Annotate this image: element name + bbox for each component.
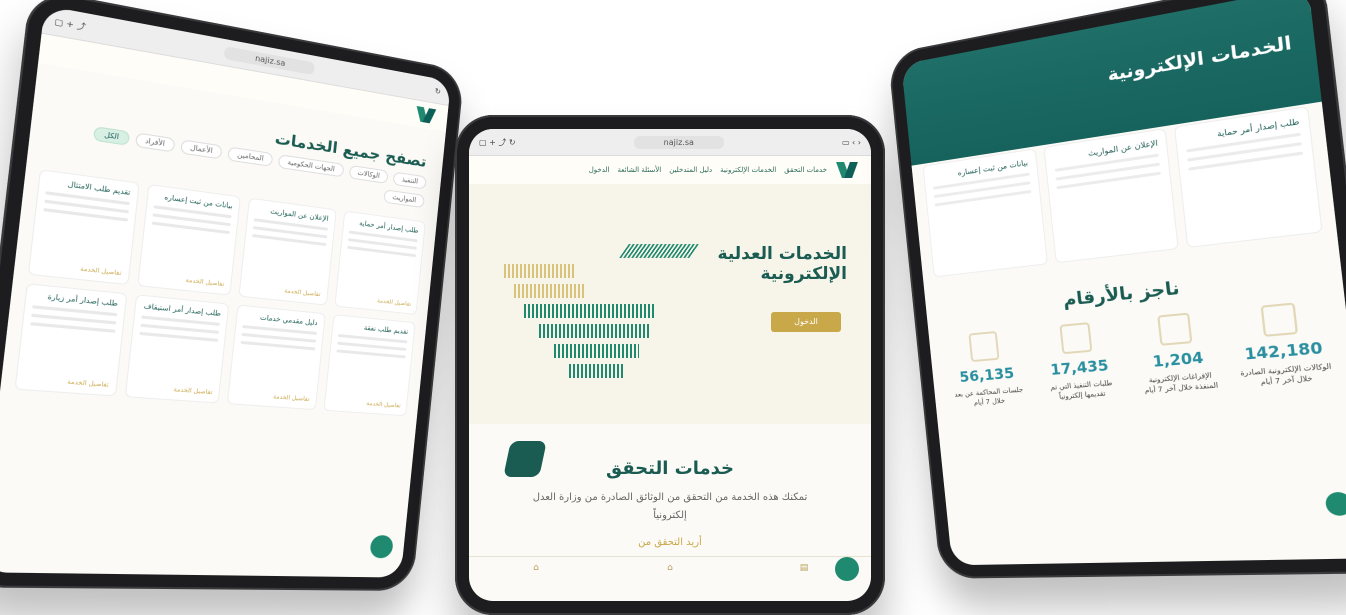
reload-icon[interactable]: ↻ bbox=[434, 86, 441, 95]
nav-guide[interactable]: دليل المتدخلين bbox=[669, 166, 712, 174]
stat-item: 56,135 جلسات المحاكمة عن بعد خلال 7 أيام bbox=[945, 329, 1028, 410]
chip-execution[interactable]: التنفيذ bbox=[393, 171, 427, 190]
hero-login-button[interactable]: الدخول bbox=[771, 312, 841, 332]
chip-government[interactable]: الجهات الحكومية bbox=[277, 154, 345, 178]
url-bar[interactable]: najiz.sa bbox=[633, 135, 724, 149]
najiz-logo[interactable] bbox=[835, 160, 861, 180]
card-more-link[interactable]: تفاصيل الخدمة bbox=[377, 297, 412, 307]
building-icon bbox=[1156, 312, 1193, 346]
service-card[interactable]: طلب إصدار أمر زيارة تفاصيل الخدمة bbox=[14, 283, 127, 397]
nav-login[interactable]: الدخول bbox=[589, 166, 610, 174]
chat-fab-button[interactable] bbox=[1324, 491, 1346, 517]
chip-all[interactable]: الكل bbox=[93, 126, 130, 146]
nav-faq[interactable]: الأسئلة الشائعة bbox=[617, 166, 661, 174]
tablet-left: ▢ + ⤴ najiz.sa ↻ تصفح جميع الخدمات الكل … bbox=[0, 0, 465, 591]
stat-value: 1,204 bbox=[1151, 348, 1205, 371]
card-more-link[interactable]: تفاصيل الخدمة bbox=[185, 277, 224, 288]
chip-agencies[interactable]: الوكالات bbox=[348, 164, 389, 184]
service-card[interactable]: دليل مقدمي خدمات تفاصيل الخدمة bbox=[226, 304, 326, 411]
bottom-tabs: ⌂ ⌂ ▤ bbox=[469, 556, 871, 601]
document-icon bbox=[1260, 302, 1299, 337]
service-card[interactable]: طلب إصدار أمر استيقاف تفاصيل الخدمة bbox=[124, 294, 230, 404]
screen-services-list: ▢ + ⤴ najiz.sa ↻ تصفح جميع الخدمات الكل … bbox=[0, 5, 452, 578]
service-card[interactable]: تقديم طلب نفقة تفاصيل الخدمة bbox=[322, 314, 416, 417]
browser-bar: ▢ + ⤴ ↻ najiz.sa ▭ ‹ › bbox=[469, 129, 871, 156]
tablet-right: الخدمات الإلكترونية طلب إصدار أمر حماية … bbox=[887, 0, 1346, 579]
chip-business[interactable]: الأعمال bbox=[179, 139, 223, 160]
card-title: طلب إصدار أمر زيارة bbox=[47, 292, 119, 308]
stat-item: 17,435 طلبات التنفيذ التي تم تقديمها إلكت… bbox=[1035, 320, 1123, 403]
stat-label: الإفراغات الإلكترونية المنفذة خلال آخر 7… bbox=[1144, 371, 1219, 395]
chip-individuals[interactable]: الأفراد bbox=[134, 132, 176, 153]
stat-item: 1,204 الإفراغات الإلكترونية المنفذة خلال … bbox=[1131, 310, 1225, 396]
nav-eservices[interactable]: الخدمات الإلكترونية bbox=[720, 166, 776, 174]
najiz-logo[interactable] bbox=[414, 104, 439, 127]
hero-banner: الخدمات العدلية الإلكترونية الدخول bbox=[469, 184, 871, 424]
verify-link[interactable]: أريد التحقق من bbox=[469, 537, 871, 548]
stat-label: جلسات المحاكمة عن بعد خلال 7 أيام bbox=[954, 385, 1024, 407]
service-card[interactable]: بيانات من ثبت إعساره تفاصيل الخدمة bbox=[136, 183, 241, 296]
stat-label: طلبات التنفيذ التي تم تقديمها إلكترونياً bbox=[1050, 379, 1113, 401]
card-more-link[interactable]: تفاصيل الخدمة bbox=[80, 265, 122, 277]
najiz-v-graphic bbox=[504, 234, 704, 384]
stat-value: 17,435 bbox=[1049, 356, 1110, 379]
verification-description: تمكنك هذه الخدمة من التحقق من الوثائق ال… bbox=[532, 492, 808, 521]
showcase-stage: ▢ + ⤴ najiz.sa ↻ تصفح جميع الخدمات الكل … bbox=[0, 0, 1346, 615]
tablet-middle: ▢ + ⤴ ↻ najiz.sa ▭ ‹ › الدخول الأسئلة ال… bbox=[455, 115, 885, 615]
nav-verification[interactable]: خدمات التحقق bbox=[784, 166, 827, 174]
page-title: الخدمات الإلكترونية bbox=[1106, 32, 1293, 86]
chat-fab-button[interactable] bbox=[835, 557, 859, 581]
service-card[interactable]: الإعلان عن المواريث bbox=[1043, 128, 1180, 264]
bookmarks-icon[interactable]: ▭ ‹ › bbox=[842, 138, 861, 147]
stat-label: الوكالات الإلكترونية الصادرة خلال آخر 7 … bbox=[1239, 362, 1332, 387]
service-card[interactable]: تقديم طلب الامتثال تفاصيل الخدمة bbox=[27, 169, 140, 286]
card-more-link[interactable]: تفاصيل الخدمة bbox=[366, 400, 401, 409]
tabs-icon[interactable]: ▢ + ⤴ bbox=[54, 15, 86, 32]
hero-title: الخدمات العدلية الإلكترونية bbox=[717, 244, 847, 284]
card-title: تقديم طلب نفقة bbox=[363, 323, 409, 336]
chat-fab-button[interactable] bbox=[369, 534, 394, 559]
service-card[interactable]: طلب إصدار أمر حماية تفاصيل الخدمة bbox=[333, 210, 426, 315]
card-more-link[interactable]: تفاصيل الخدمة bbox=[284, 287, 321, 298]
card-more-link[interactable]: تفاصيل الخدمة bbox=[173, 386, 213, 396]
stat-item: 142,180 الوكالات الإلكترونية الصادرة خلال… bbox=[1233, 300, 1333, 389]
service-card[interactable]: الإعلان عن المواريث تفاصيل الخدمة bbox=[238, 197, 337, 306]
card-title: دليل مقدمي خدمات bbox=[259, 313, 318, 328]
chip-lawyers[interactable]: المحامين bbox=[227, 146, 274, 167]
service-card[interactable]: طلب إصدار أمر حماية bbox=[1174, 105, 1323, 248]
screen-home: ▢ + ⤴ ↻ najiz.sa ▭ ‹ › الدخول الأسئلة ال… bbox=[469, 129, 871, 601]
tab-license-icon[interactable]: ⌂ bbox=[469, 557, 603, 601]
stat-value: 56,135 bbox=[958, 364, 1015, 386]
tab-home-icon[interactable]: ⌂ bbox=[603, 557, 737, 601]
certificate-icon bbox=[1059, 322, 1093, 355]
tabs-icon[interactable]: ▢ + ⤴ ↻ bbox=[479, 137, 516, 148]
card-more-link[interactable]: تفاصيل الخدمة bbox=[273, 393, 310, 402]
stat-value: 142,180 bbox=[1243, 338, 1324, 364]
service-card[interactable]: بيانات من ثبت إعساره bbox=[922, 148, 1048, 278]
card-more-link[interactable]: تفاصيل الخدمة bbox=[67, 378, 109, 388]
site-nav: الدخول الأسئلة الشائعة دليل المتدخلين ال… bbox=[469, 156, 871, 184]
court-icon bbox=[968, 330, 1000, 363]
card-title: طلب إصدار أمر استيقاف bbox=[143, 302, 222, 318]
screen-eservices: الخدمات الإلكترونية طلب إصدار أمر حماية … bbox=[901, 0, 1346, 566]
